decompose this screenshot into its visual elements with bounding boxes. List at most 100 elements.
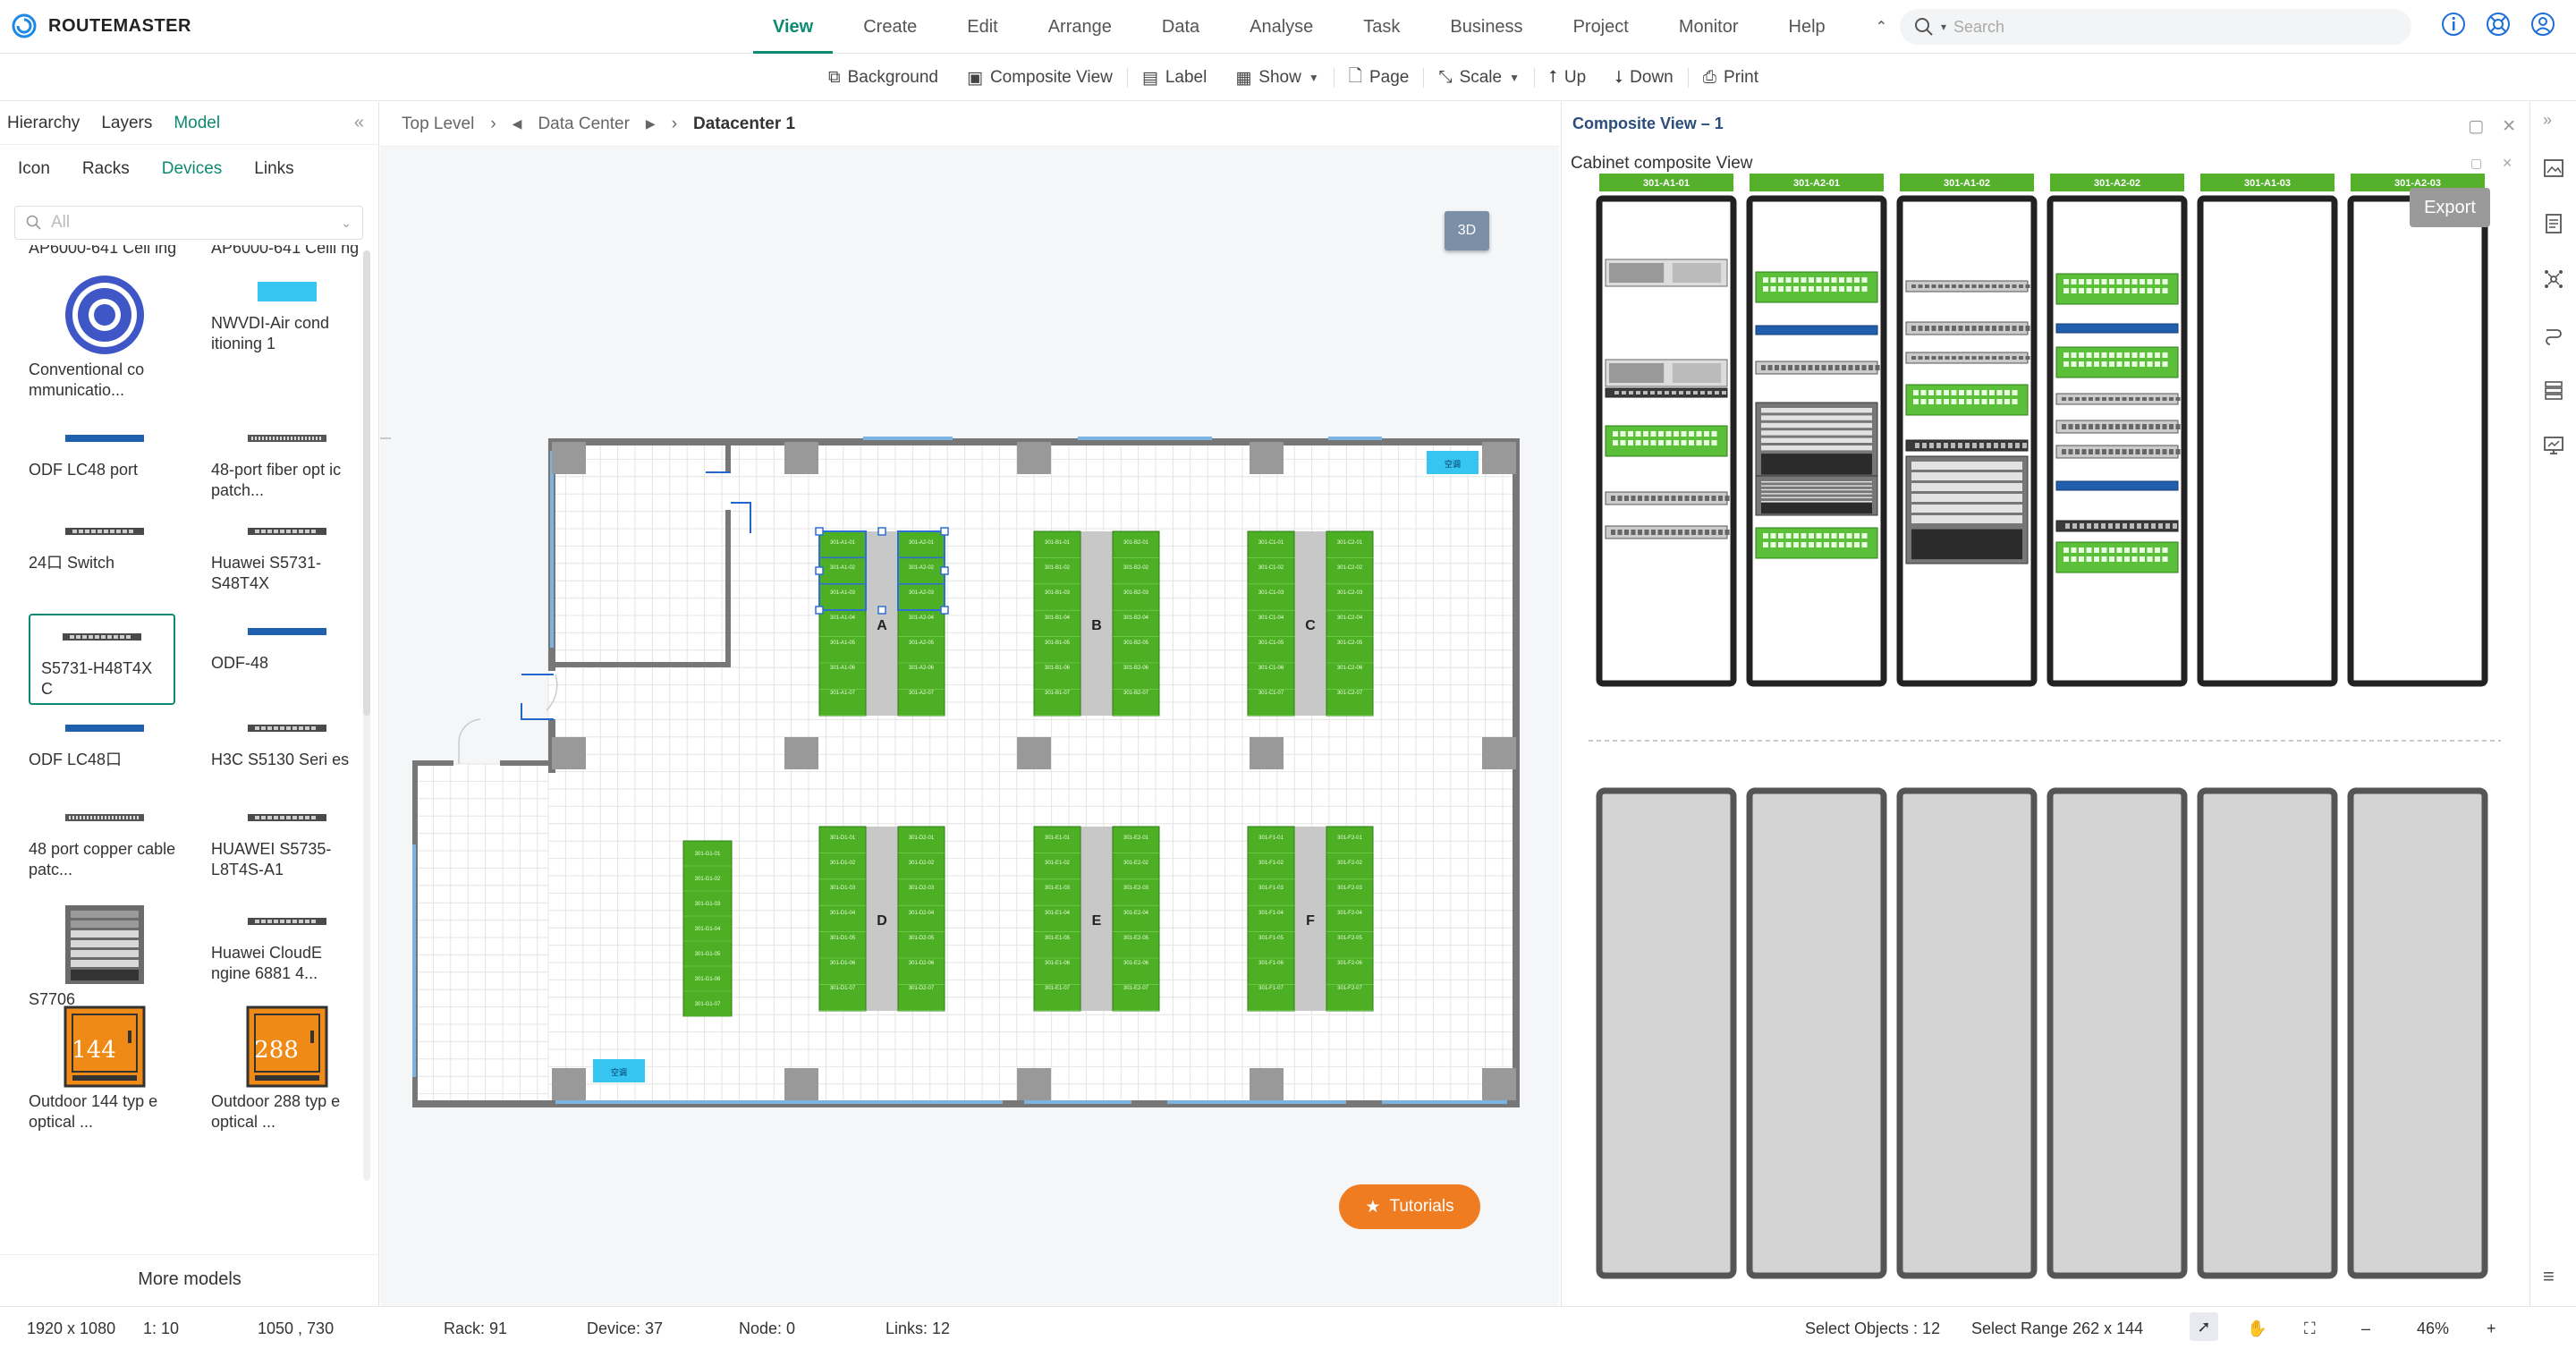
device-list-scrollbar[interactable] <box>363 250 370 1181</box>
topology-icon[interactable] <box>2543 268 2564 290</box>
zoom-level[interactable]: 46% <box>2417 1319 2449 1338</box>
menu-edit[interactable]: Edit <box>942 0 1022 54</box>
device-model-item[interactable]: 144 Outdoor 144 typ e optical ... <box>29 1005 181 1133</box>
menu-icon[interactable]: ≡ <box>2543 1265 2555 1288</box>
close-icon[interactable]: ✕ <box>2502 156 2512 171</box>
scrollbar-thumb[interactable] <box>363 250 370 716</box>
device-port <box>1622 391 1626 395</box>
breadcrumb-next-icon[interactable]: ▶ <box>646 116 656 132</box>
floorplan-drawing[interactable]: 空调空调301-A1-01 301-A2-01301-A1-02 301-A2-02… <box>380 147 1559 1306</box>
rack-id: 301-A1-02 <box>830 565 856 571</box>
device-model-item[interactable]: AP6000-641 Ceili ng <box>211 245 361 259</box>
menu-monitor[interactable]: Monitor <box>1654 0 1764 54</box>
device-model-item[interactable]: 48 port copper cable patc... <box>29 800 181 880</box>
device-port <box>2115 523 2120 529</box>
maximize-icon[interactable]: ▢ <box>2470 156 2482 171</box>
maximize-icon[interactable]: ▢ <box>2468 116 2484 137</box>
device-model-item[interactable]: ODF LC48口 <box>29 710 181 770</box>
device-port <box>2147 279 2153 284</box>
label-button[interactable]: ▤ Label <box>1128 68 1221 89</box>
device-model-item[interactable]: Huawei S5731-S48T4X <box>211 513 361 594</box>
tab-hierarchy[interactable]: Hierarchy <box>7 114 80 133</box>
user-account-icon[interactable] <box>2529 11 2556 38</box>
search-box[interactable]: ▾ Search <box>1900 9 2411 45</box>
device-model-item[interactable]: AP6000-641 Ceil ing <box>29 245 181 259</box>
device-model-item[interactable]: H3C S5130 Seri es <box>211 710 361 770</box>
device-model-item[interactable]: Conventional co mmunicatio... <box>29 274 181 401</box>
tab-model[interactable]: Model <box>174 114 220 133</box>
breadcrumb-prev-icon[interactable]: ◀ <box>513 116 522 132</box>
menu-create[interactable]: Create <box>838 0 942 54</box>
menu-data[interactable]: Data <box>1137 0 1224 54</box>
route-icon[interactable] <box>2543 324 2564 345</box>
fit-screen-icon[interactable]: ⛶ <box>2304 1319 2316 1338</box>
info-icon[interactable] <box>2440 11 2467 38</box>
more-models-button[interactable]: More models <box>0 1254 379 1304</box>
device-model-item[interactable]: ODF-48 <box>211 614 361 674</box>
composite-view-button[interactable]: ▣ Composite View <box>953 68 1127 89</box>
page-button[interactable]: 🗋 Page <box>1335 64 1424 92</box>
help-center-icon[interactable] <box>2485 11 2512 38</box>
device-model-item[interactable]: S5731-H48T4X C <box>29 614 175 705</box>
scale-dropdown[interactable]: ⤡ Scale ▼ <box>1424 68 1534 88</box>
subtab-racks[interactable]: Racks <box>82 159 130 179</box>
list-document-icon[interactable] <box>2543 213 2564 234</box>
search-dropdown-caret[interactable]: ▾ <box>1941 21 1946 33</box>
cabinet-view-drawing[interactable]: 301-A1-01 301-A2-01 301-A1-02 301-A2-02 301-… <box>1562 174 2529 1306</box>
device-model-item[interactable]: S7706 <box>29 904 181 1010</box>
rack-id: 301-C1-04 <box>1258 615 1284 621</box>
device-model-label: HUAWEI S5735-L8T4S-A1 <box>211 840 332 878</box>
zoom-in-icon[interactable]: + <box>2487 1319 2496 1338</box>
select-pointer-icon[interactable]: ➚ <box>2190 1312 2218 1341</box>
floorplan-canvas[interactable]: Top Level › ◀ Data Center ▶ › Datacenter… <box>380 102 1559 1306</box>
zoom-out-icon[interactable]: – <box>2361 1319 2370 1338</box>
device-model-item[interactable]: NWVDI-Air cond itioning 1 <box>211 274 361 354</box>
pan-hand-icon[interactable]: ✋ <box>2247 1319 2267 1338</box>
device-model-item[interactable]: ODF LC48 port <box>29 420 181 480</box>
down-button[interactable]: ⭣ Down <box>1600 68 1688 88</box>
background-button[interactable]: ⧉ Background <box>814 68 953 88</box>
up-button[interactable]: ⭡ Up <box>1535 68 1600 88</box>
menu-view[interactable]: View <box>748 0 838 54</box>
subtab-devices[interactable]: Devices <box>162 159 223 179</box>
device-model-item[interactable]: 24口 Switch <box>29 513 181 573</box>
device-thumbnail <box>211 420 361 456</box>
menu-help[interactable]: Help <box>1764 0 1851 54</box>
expand-panel-icon[interactable]: » <box>2543 111 2552 130</box>
app-logo[interactable]: ROUTEMASTER <box>11 13 191 39</box>
toggle-3d-button[interactable]: 3D <box>1445 211 1489 250</box>
collapse-panel-icon[interactable]: « <box>354 113 364 133</box>
close-icon[interactable]: ✕ <box>2502 116 2516 137</box>
subtab-icon[interactable]: Icon <box>18 159 50 179</box>
export-button[interactable]: Export <box>2410 188 2490 227</box>
device-port <box>2005 356 2010 360</box>
menu-task[interactable]: Task <box>1338 0 1425 54</box>
breadcrumb-top-level[interactable]: Top Level <box>402 115 474 134</box>
monitor-chart-icon[interactable] <box>2543 435 2564 456</box>
star-icon: ★ <box>1365 1197 1381 1217</box>
image-view-icon[interactable] <box>2543 157 2564 179</box>
device-model-item[interactable]: HUAWEI S5735-L8T4S-A1 <box>211 800 361 880</box>
menu-arrange[interactable]: Arrange <box>1023 0 1137 54</box>
device-model-item[interactable]: 288 Outdoor 288 typ e optical ... <box>211 1005 361 1133</box>
tab-layers[interactable]: Layers <box>101 114 152 133</box>
rack-id: 301-E1-04 <box>1045 911 1071 916</box>
device-model-item[interactable]: Huawei CloudE ngine 6881 4... <box>211 904 361 984</box>
tutorials-button[interactable]: ★ Tutorials <box>1339 1184 1480 1229</box>
background-icon: ⧉ <box>828 68 841 87</box>
print-button[interactable]: ⎙ Print <box>1689 68 1773 88</box>
breadcrumb-data-center[interactable]: Data Center <box>538 115 629 134</box>
layers-list-icon[interactable] <box>2543 379 2564 401</box>
device-filter-select[interactable]: All ⌄ <box>14 206 363 240</box>
menu-analyse[interactable]: Analyse <box>1224 0 1338 54</box>
device-port <box>1718 530 1723 535</box>
show-dropdown[interactable]: ▦ Show ▼ <box>1221 68 1333 89</box>
subtab-links[interactable]: Links <box>254 159 293 179</box>
device-port <box>1981 390 1987 395</box>
device-port <box>1684 530 1690 535</box>
menu-business[interactable]: Business <box>1425 0 1547 54</box>
device-list: AP6000-641 Ceil ing AP6000-641 Ceili ng Co… <box>0 245 361 1349</box>
menu-project[interactable]: Project <box>1548 0 1654 54</box>
device-model-item[interactable]: 48-port fiber opt ic patch... <box>211 420 361 501</box>
rack-row <box>1112 530 1160 717</box>
